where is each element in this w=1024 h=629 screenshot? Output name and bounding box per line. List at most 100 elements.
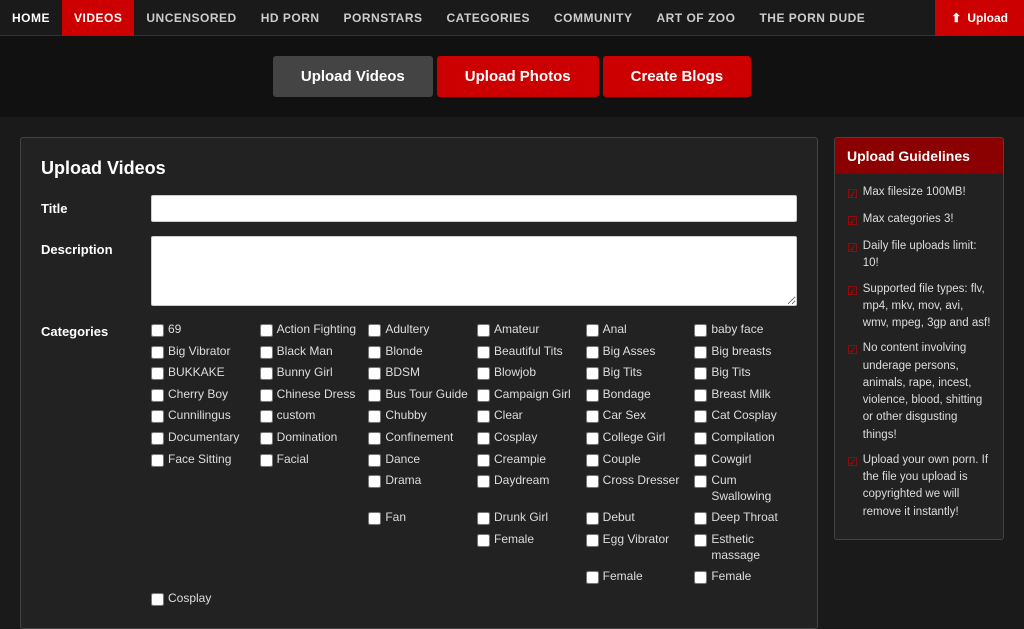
category-item[interactable]: Big Tits (694, 363, 797, 383)
category-checkbox[interactable] (586, 432, 599, 445)
category-checkbox[interactable] (477, 454, 490, 467)
category-checkbox[interactable] (151, 454, 164, 467)
category-item[interactable]: Creampie (477, 450, 580, 470)
category-item[interactable]: Drama (368, 471, 471, 506)
category-item[interactable]: Black Man (260, 342, 363, 362)
category-item[interactable]: Cherry Boy (151, 385, 254, 405)
nav-item-artofzoo[interactable]: ART OF ZOO (644, 0, 747, 36)
category-checkbox[interactable] (368, 475, 381, 488)
category-checkbox[interactable] (694, 475, 707, 488)
category-item[interactable]: Documentary (151, 428, 254, 448)
category-checkbox[interactable] (368, 454, 381, 467)
category-item[interactable]: Big Vibrator (151, 342, 254, 362)
category-checkbox[interactable] (694, 534, 707, 547)
category-checkbox[interactable] (586, 389, 599, 402)
nav-item-videos[interactable]: VIDEOS (62, 0, 134, 36)
category-item[interactable]: Couple (586, 450, 689, 470)
category-item[interactable]: Big Asses (586, 342, 689, 362)
category-item[interactable]: Big Tits (586, 363, 689, 383)
category-checkbox[interactable] (151, 367, 164, 380)
category-item[interactable]: Amateur (477, 320, 580, 340)
category-item[interactable]: Dance (368, 450, 471, 470)
category-item[interactable]: Bunny Girl (260, 363, 363, 383)
category-checkbox[interactable] (151, 389, 164, 402)
category-item[interactable]: Action Fighting (260, 320, 363, 340)
category-item[interactable]: Cum Swallowing (694, 471, 797, 506)
category-checkbox[interactable] (260, 324, 273, 337)
category-item[interactable]: Cross Dresser (586, 471, 689, 506)
category-checkbox[interactable] (586, 534, 599, 547)
category-checkbox[interactable] (694, 367, 707, 380)
category-item[interactable]: Esthetic massage (694, 530, 797, 565)
nav-item-home[interactable]: HOME (0, 0, 62, 36)
nav-item-pornstars[interactable]: PORNSTARS (332, 0, 435, 36)
title-input[interactable] (151, 195, 797, 222)
category-item[interactable]: Deep Throat (694, 508, 797, 528)
category-item[interactable]: Confinement (368, 428, 471, 448)
category-checkbox[interactable] (586, 346, 599, 359)
category-checkbox[interactable] (477, 367, 490, 380)
category-item[interactable]: Breast Milk (694, 385, 797, 405)
category-checkbox[interactable] (694, 324, 707, 337)
category-checkbox[interactable] (694, 571, 707, 584)
category-checkbox[interactable] (477, 432, 490, 445)
category-item[interactable]: Fan (368, 508, 471, 528)
category-checkbox[interactable] (477, 346, 490, 359)
nav-item-uncensored[interactable]: UNCENSORED (134, 0, 248, 36)
category-checkbox[interactable] (368, 432, 381, 445)
category-item[interactable]: Domination (260, 428, 363, 448)
category-item[interactable]: Campaign Girl (477, 385, 580, 405)
category-checkbox[interactable] (477, 475, 490, 488)
category-item[interactable]: Adultery (368, 320, 471, 340)
tab-upload-videos[interactable]: Upload Videos (273, 56, 433, 97)
category-checkbox[interactable] (260, 346, 273, 359)
category-item[interactable]: Egg Vibrator (586, 530, 689, 565)
category-checkbox[interactable] (694, 410, 707, 423)
category-item[interactable]: Cunnilingus (151, 406, 254, 426)
tab-create-blogs[interactable]: Create Blogs (603, 56, 752, 97)
category-checkbox[interactable] (477, 410, 490, 423)
category-checkbox[interactable] (586, 475, 599, 488)
category-item[interactable]: Cat Cosplay (694, 406, 797, 426)
category-checkbox[interactable] (694, 432, 707, 445)
category-checkbox[interactable] (586, 512, 599, 525)
category-item[interactable]: Clear (477, 406, 580, 426)
category-checkbox[interactable] (477, 534, 490, 547)
category-checkbox[interactable] (694, 389, 707, 402)
category-checkbox[interactable] (368, 324, 381, 337)
category-item[interactable]: Car Sex (586, 406, 689, 426)
category-checkbox[interactable] (586, 324, 599, 337)
category-checkbox[interactable] (586, 454, 599, 467)
category-checkbox[interactable] (151, 593, 164, 606)
nav-item-categories[interactable]: CATEGORIES (435, 0, 542, 36)
description-input[interactable] (151, 236, 797, 306)
category-checkbox[interactable] (694, 512, 707, 525)
category-checkbox[interactable] (368, 389, 381, 402)
category-checkbox[interactable] (477, 512, 490, 525)
category-checkbox[interactable] (694, 346, 707, 359)
category-item[interactable]: Cosplay (151, 589, 254, 609)
category-checkbox[interactable] (586, 571, 599, 584)
category-item[interactable]: BUKKAKE (151, 363, 254, 383)
category-checkbox[interactable] (586, 410, 599, 423)
category-item[interactable]: 69 (151, 320, 254, 340)
nav-item-hdporn[interactable]: HD PORN (249, 0, 332, 36)
category-item[interactable]: BDSM (368, 363, 471, 383)
category-checkbox[interactable] (260, 389, 273, 402)
nav-item-theporndude[interactable]: THE PORN DUDE (747, 0, 877, 36)
category-checkbox[interactable] (151, 346, 164, 359)
category-checkbox[interactable] (477, 324, 490, 337)
category-checkbox[interactable] (368, 367, 381, 380)
category-item[interactable]: Female (586, 567, 689, 587)
category-item[interactable]: Bus Tour Guide (368, 385, 471, 405)
category-item[interactable]: baby face (694, 320, 797, 340)
category-item[interactable]: Drunk Girl (477, 508, 580, 528)
category-item[interactable]: Face Sitting (151, 450, 254, 470)
category-item[interactable]: Debut (586, 508, 689, 528)
category-checkbox[interactable] (368, 512, 381, 525)
tab-upload-photos[interactable]: Upload Photos (437, 56, 599, 97)
category-item[interactable]: Beautiful Tits (477, 342, 580, 362)
category-checkbox[interactable] (151, 432, 164, 445)
category-checkbox[interactable] (260, 454, 273, 467)
category-checkbox[interactable] (260, 410, 273, 423)
